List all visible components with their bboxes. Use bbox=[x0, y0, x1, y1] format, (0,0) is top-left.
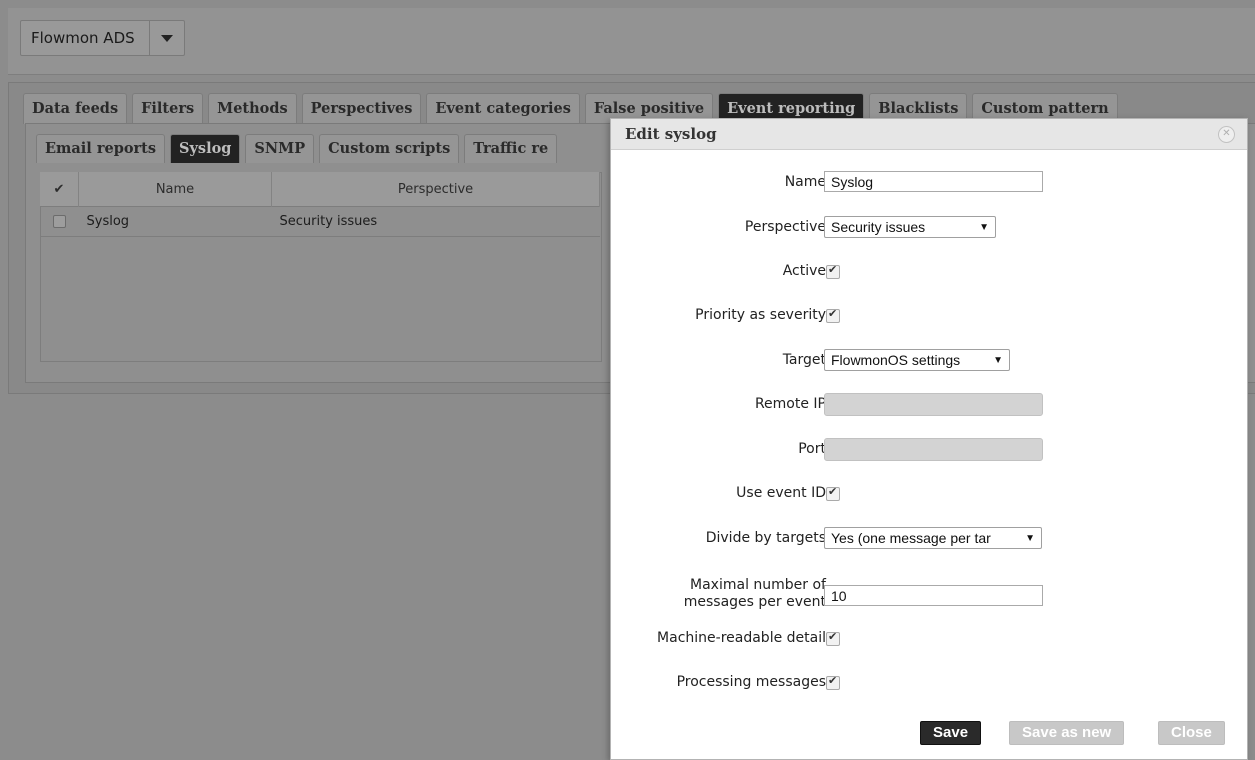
max-messages-label: Maximal number of messages per event bbox=[684, 577, 826, 611]
divide-value: Yes (one message per tar bbox=[831, 530, 991, 546]
port-label: Port bbox=[798, 441, 826, 457]
field-row-use-event-id: Use event ID bbox=[611, 482, 1247, 508]
field-row-divide: Divide by targets Yes (one message per t… bbox=[611, 527, 1247, 553]
tab-perspectives[interactable]: Perspectives bbox=[301, 93, 422, 124]
field-row-max-messages: Maximal number of messages per event 10 bbox=[611, 577, 1247, 611]
priority-label: Priority as severity bbox=[695, 307, 826, 323]
port-input[interactable] bbox=[824, 438, 1043, 461]
dialog-header: Edit syslog ✕ bbox=[611, 119, 1247, 150]
priority-checkbox[interactable] bbox=[826, 307, 840, 323]
app-switcher[interactable]: Flowmon ADS bbox=[20, 20, 185, 56]
table-row[interactable]: Syslog Security issues bbox=[40, 206, 600, 237]
subtab-snmp[interactable]: SNMP bbox=[245, 134, 315, 163]
tab-data-feeds[interactable]: Data feeds bbox=[23, 93, 128, 124]
dialog-buttons: Save Save as new Close bbox=[611, 721, 1247, 747]
max-messages-label-line1: Maximal number of bbox=[690, 577, 826, 593]
save-as-new-button[interactable]: Save as new bbox=[1009, 721, 1125, 745]
field-row-perspective: Perspective Security issues ▼ bbox=[611, 216, 1247, 242]
remote-ip-input[interactable] bbox=[824, 393, 1043, 416]
active-label: Active bbox=[782, 263, 826, 279]
select-all-check-icon[interactable]: ✔ bbox=[40, 172, 79, 207]
max-messages-input[interactable]: 10 bbox=[824, 585, 1043, 606]
tab-filters[interactable]: Filters bbox=[132, 93, 204, 124]
tab-methods[interactable]: Methods bbox=[208, 93, 297, 124]
top-bar: Flowmon ADS bbox=[8, 8, 1255, 75]
subtab-traffic-reports[interactable]: Traffic re bbox=[464, 134, 558, 163]
perspective-label: Perspective bbox=[744, 219, 826, 235]
name-input[interactable]: Syslog bbox=[824, 171, 1043, 192]
subtab-syslog[interactable]: Syslog bbox=[170, 134, 241, 163]
dropdown-arrow-icon: ▼ bbox=[1025, 532, 1035, 544]
divide-select[interactable]: Yes (one message per tar ▼ bbox=[824, 527, 1042, 549]
divide-label: Divide by targets bbox=[705, 530, 826, 546]
use-event-id-checkbox[interactable] bbox=[826, 485, 840, 501]
column-header-perspective[interactable]: Perspective bbox=[271, 172, 600, 207]
max-messages-label-line2: messages per event bbox=[683, 594, 826, 610]
use-event-id-label: Use event ID bbox=[736, 485, 826, 501]
machine-readable-checkbox[interactable] bbox=[826, 630, 840, 646]
machine-readable-label: Machine-readable detail bbox=[657, 630, 826, 646]
processing-checkbox[interactable] bbox=[826, 674, 840, 690]
chevron-down-icon[interactable] bbox=[150, 21, 184, 55]
perspective-value: Security issues bbox=[831, 219, 926, 235]
column-header-name[interactable]: Name bbox=[78, 172, 272, 207]
field-row-remote-ip: Remote IP bbox=[611, 393, 1247, 419]
syslog-table: ✔ Name Perspective Syslog Security issue… bbox=[40, 172, 600, 237]
remote-ip-label: Remote IP bbox=[754, 396, 826, 412]
subtab-custom-scripts[interactable]: Custom scripts bbox=[319, 134, 460, 163]
target-label: Target bbox=[782, 352, 826, 368]
field-row-port: Port bbox=[611, 438, 1247, 464]
field-row-name: Name Syslog bbox=[611, 171, 1247, 197]
perspective-select[interactable]: Security issues ▼ bbox=[824, 216, 996, 238]
edit-syslog-dialog: Edit syslog ✕ Name Syslog Perspective Se… bbox=[610, 118, 1248, 760]
field-row-priority: Priority as severity bbox=[611, 304, 1247, 330]
subtab-email-reports[interactable]: Email reports bbox=[36, 134, 166, 163]
processing-label: Processing messages bbox=[676, 674, 826, 690]
dropdown-arrow-icon: ▼ bbox=[979, 221, 989, 233]
close-button[interactable]: Close bbox=[1158, 721, 1225, 745]
row-perspective: Security issues bbox=[271, 206, 600, 237]
field-row-processing: Processing messages bbox=[611, 671, 1247, 697]
sub-tabs: Email reports Syslog SNMP Custom scripts… bbox=[36, 134, 558, 163]
active-checkbox[interactable] bbox=[826, 263, 840, 279]
row-name: Syslog bbox=[78, 206, 272, 237]
close-icon[interactable]: ✕ bbox=[1218, 126, 1235, 143]
row-checkbox[interactable] bbox=[40, 206, 79, 237]
tab-event-categories[interactable]: Event categories bbox=[426, 93, 580, 124]
target-value: FlowmonOS settings bbox=[831, 352, 961, 368]
dropdown-arrow-icon: ▼ bbox=[993, 354, 1003, 366]
field-row-machine-readable: Machine-readable detail bbox=[611, 627, 1247, 653]
dialog-title: Edit syslog bbox=[625, 125, 717, 143]
save-button[interactable]: Save bbox=[920, 721, 982, 745]
field-row-target: Target FlowmonOS settings ▼ bbox=[611, 349, 1247, 375]
app-name[interactable]: Flowmon ADS bbox=[21, 21, 150, 55]
target-select[interactable]: FlowmonOS settings ▼ bbox=[824, 349, 1010, 371]
name-label: Name bbox=[784, 174, 826, 190]
field-row-active: Active bbox=[611, 260, 1247, 286]
